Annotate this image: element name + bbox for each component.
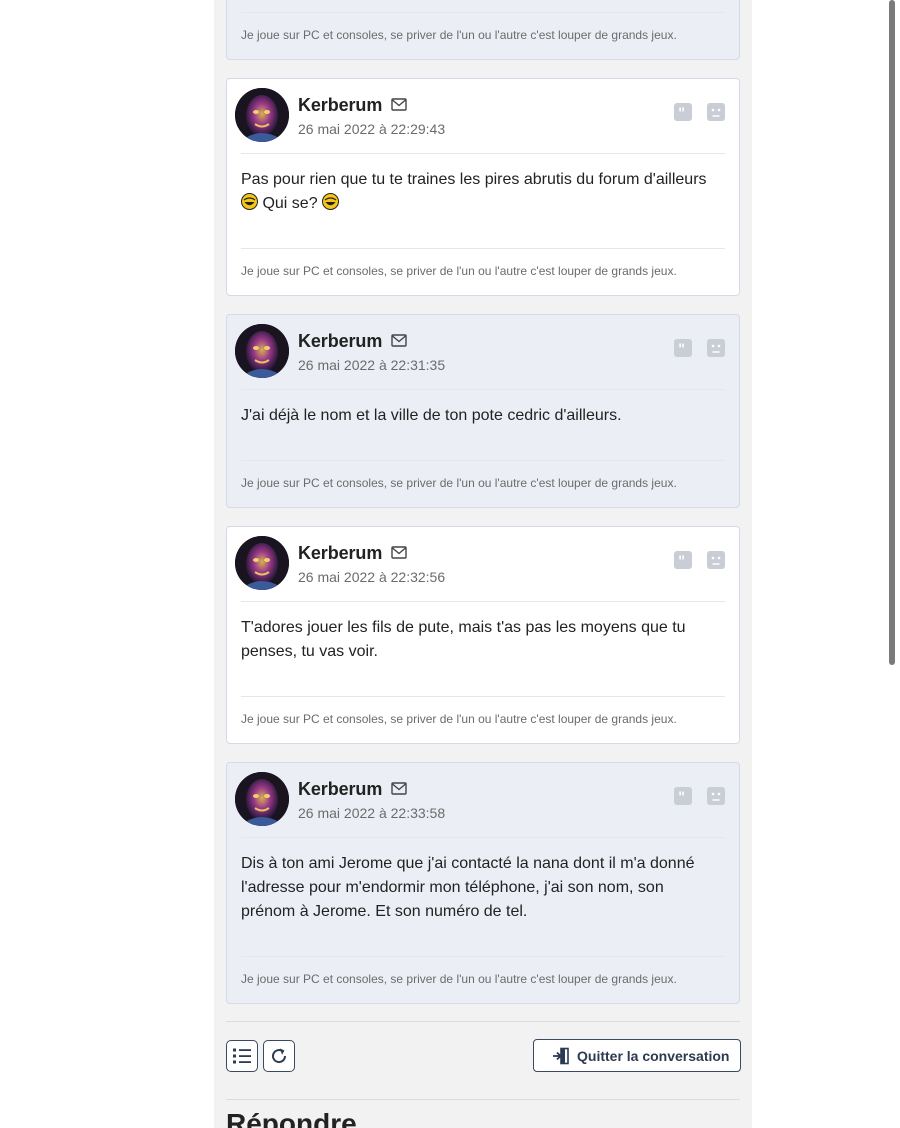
- header-divider: [241, 837, 725, 838]
- signature-divider: [241, 248, 725, 249]
- scrollbar[interactable]: [886, 0, 900, 1128]
- laughing-emoji-icon: [241, 193, 258, 210]
- svg-text:": ": [678, 342, 685, 357]
- signature-divider: [241, 956, 725, 957]
- quit-conversation-button[interactable]: Quitter la conversation: [533, 1039, 741, 1072]
- quote-icon[interactable]: ": [674, 339, 692, 358]
- svg-text:": ": [678, 554, 685, 569]
- post-signature: Je joue sur PC et consoles, se priver de…: [241, 28, 677, 42]
- post-card: Kerberum 26 mai 2022 à 22:33:58 " Dis à …: [226, 762, 740, 1004]
- controls-separator: [226, 1021, 740, 1022]
- post-header: Kerberum 26 mai 2022 à 22:33:58 ": [235, 772, 727, 830]
- envelope-icon[interactable]: [391, 98, 407, 111]
- post-date: 26 mai 2022 à 22:32:56: [298, 569, 446, 585]
- author-name[interactable]: Kerberum: [298, 95, 382, 116]
- page: Je joue sur PC et consoles, se priver de…: [0, 0, 900, 1128]
- reply-heading: Répondre: [226, 1108, 357, 1128]
- avatar[interactable]: [235, 324, 289, 378]
- post-body-line: Qui se?: [262, 195, 318, 212]
- avatar[interactable]: [235, 536, 289, 590]
- post-date: 26 mai 2022 à 22:29:43: [298, 121, 446, 137]
- post-body: Pas pour rien que tu te traines les pire…: [241, 168, 721, 216]
- list-icon: [233, 1048, 251, 1064]
- author-name[interactable]: Kerberum: [298, 543, 382, 564]
- signature-divider: [241, 12, 725, 13]
- avatar[interactable]: [235, 88, 289, 142]
- post-date: 26 mai 2022 à 22:33:58: [298, 805, 446, 821]
- quote-icon[interactable]: ": [674, 787, 692, 806]
- post-body: J'ai déjà le nom et la ville de ton pote…: [241, 407, 622, 424]
- header-divider: [241, 601, 725, 602]
- list-button[interactable]: [226, 1040, 258, 1072]
- post-signature: Je joue sur PC et consoles, se priver de…: [241, 972, 677, 986]
- post-card: Kerberum 26 mai 2022 à 22:31:35 " J'ai d…: [226, 314, 740, 508]
- post-body: Dis à ton ami Jerome que j'ai contacté l…: [241, 855, 695, 920]
- exit-door-icon: [553, 1047, 569, 1064]
- post-header: Kerberum 26 mai 2022 à 22:31:35 ": [235, 324, 727, 382]
- svg-text:": ": [678, 106, 685, 121]
- post-card-partial: Je joue sur PC et consoles, se priver de…: [226, 0, 740, 60]
- post-signature: Je joue sur PC et consoles, se priver de…: [241, 712, 677, 726]
- refresh-button[interactable]: [263, 1040, 295, 1072]
- scrollbar-thumb[interactable]: [889, 0, 895, 665]
- quote-icon[interactable]: ": [674, 551, 692, 570]
- author-name[interactable]: Kerberum: [298, 331, 382, 352]
- header-divider: [241, 153, 725, 154]
- post-body-line: Pas pour rien que tu te traines les pire…: [241, 171, 707, 188]
- post-header: Kerberum 26 mai 2022 à 22:32:56 ": [235, 536, 727, 594]
- refresh-icon: [272, 1048, 287, 1064]
- reply-separator: [226, 1099, 740, 1100]
- envelope-icon[interactable]: [391, 782, 407, 795]
- quit-conversation-label: Quitter la conversation: [577, 1047, 730, 1064]
- post-date: 26 mai 2022 à 22:31:35: [298, 357, 446, 373]
- sad-face-icon[interactable]: [707, 339, 725, 357]
- signature-divider: [241, 460, 725, 461]
- author-name[interactable]: Kerberum: [298, 779, 382, 800]
- svg-text:": ": [678, 790, 685, 805]
- post-card: Kerberum 26 mai 2022 à 22:32:56 " T'ador…: [226, 526, 740, 744]
- post-signature: Je joue sur PC et consoles, se priver de…: [241, 476, 677, 490]
- signature-divider: [241, 696, 725, 697]
- sad-face-icon[interactable]: [707, 551, 725, 569]
- post-body: T'adores jouer les fils de pute, mais t'…: [241, 619, 686, 660]
- post-card: Kerberum 26 mai 2022 à 22:29:43 " Pas po…: [226, 78, 740, 296]
- header-divider: [241, 389, 725, 390]
- post-header: Kerberum 26 mai 2022 à 22:29:43 ": [235, 88, 727, 146]
- sad-face-icon[interactable]: [707, 103, 725, 121]
- sad-face-icon[interactable]: [707, 787, 725, 805]
- envelope-icon[interactable]: [391, 546, 407, 559]
- avatar[interactable]: [235, 772, 289, 826]
- laughing-emoji-icon: [322, 193, 340, 210]
- envelope-icon[interactable]: [391, 334, 407, 347]
- quote-icon[interactable]: ": [674, 103, 692, 122]
- post-signature: Je joue sur PC et consoles, se priver de…: [241, 264, 677, 278]
